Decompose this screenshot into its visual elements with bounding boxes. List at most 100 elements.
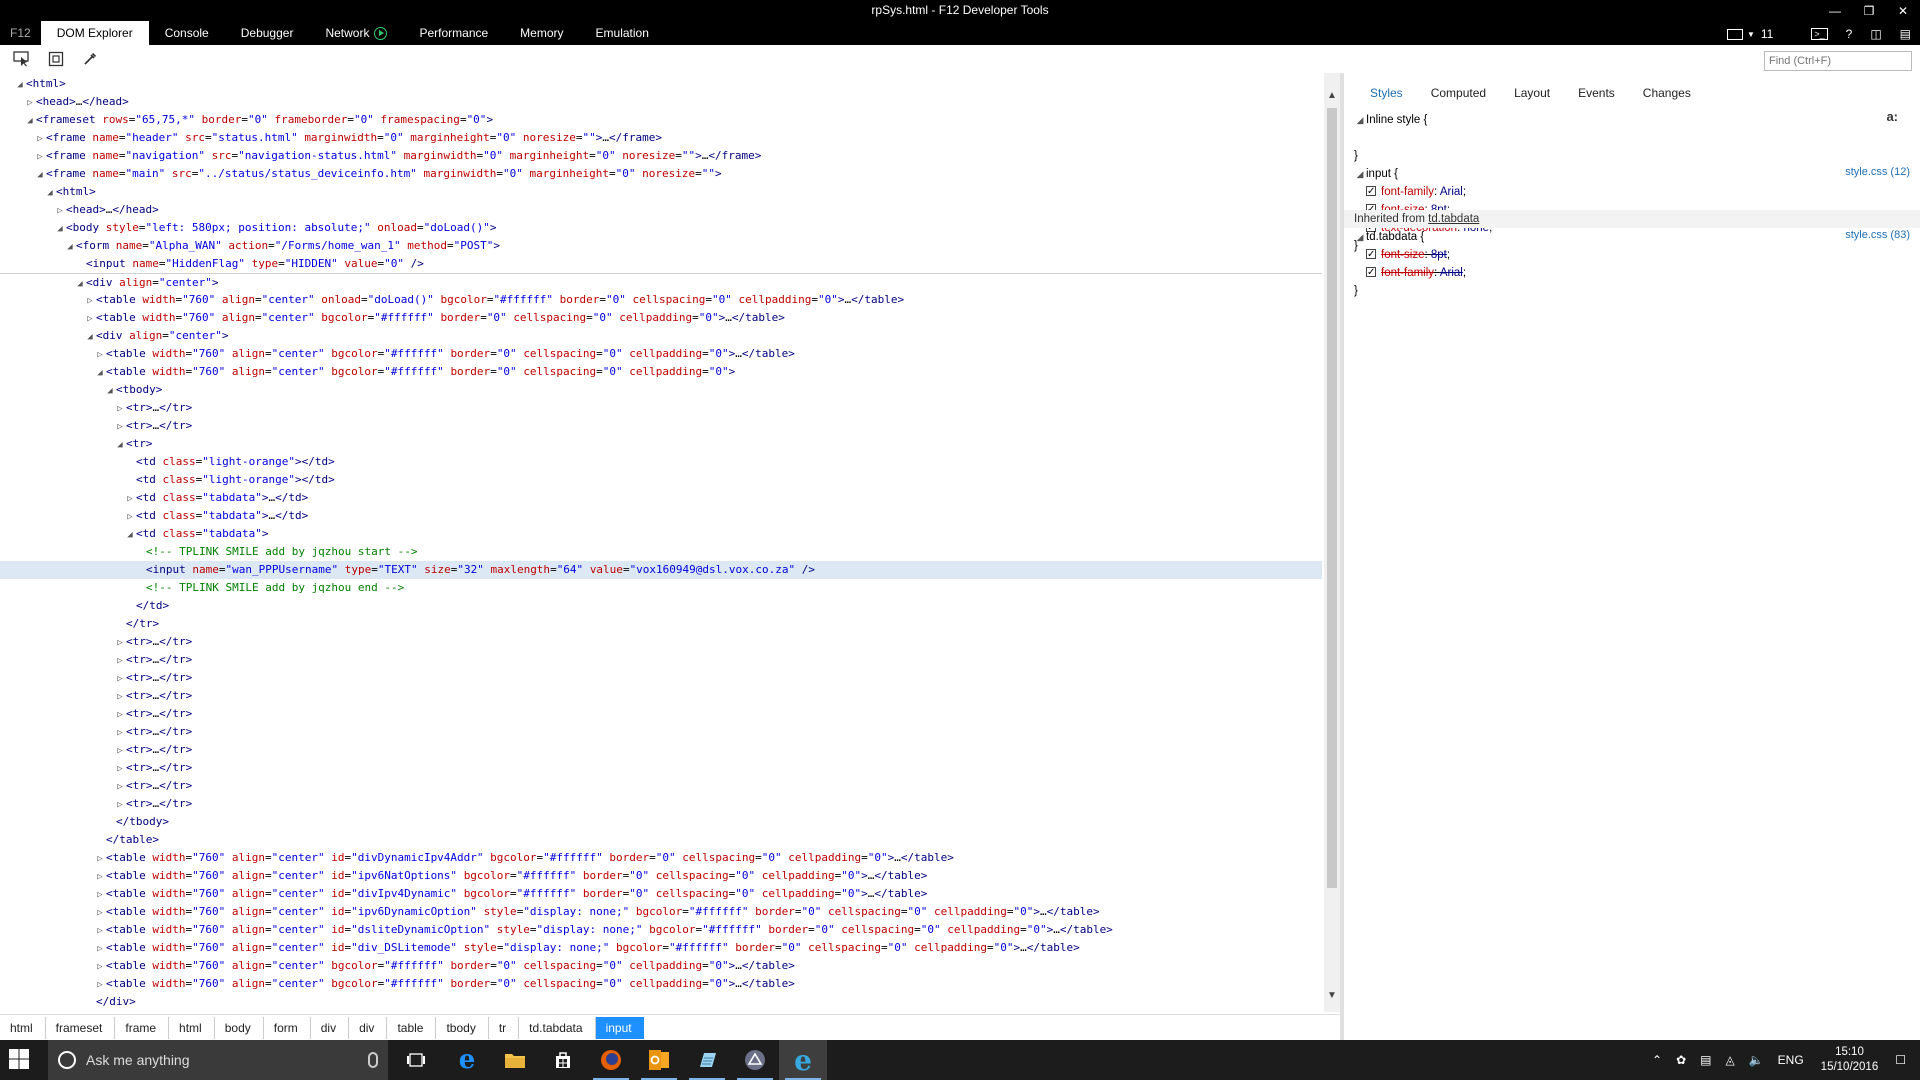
breadcrumb-item[interactable]: div xyxy=(311,1016,350,1039)
dom-node[interactable]: <td class="light-orange"></td> xyxy=(0,471,1322,489)
dom-node[interactable]: ▷ <table width="760" align="center" onloa… xyxy=(0,291,1322,309)
notepad-icon[interactable] xyxy=(683,1040,731,1080)
toggle-pseudo-class-icon[interactable]: a: xyxy=(1886,109,1898,124)
dom-node[interactable]: ▷ <head>…</head> xyxy=(0,93,1322,111)
dom-node[interactable]: ◢ <html> xyxy=(0,75,1322,93)
expand-arrow-icon[interactable]: ▷ xyxy=(114,742,126,760)
expand-arrow-icon[interactable]: ◢ xyxy=(1354,111,1366,129)
expand-arrow-icon[interactable]: ▷ xyxy=(34,130,46,148)
tab-events[interactable]: Events xyxy=(1564,83,1629,103)
collapse-arrow-icon[interactable]: ◢ xyxy=(34,166,46,184)
dom-node[interactable]: ▷ <tr>…</tr> xyxy=(0,777,1322,795)
tab-styles[interactable]: Styles xyxy=(1356,83,1417,103)
dom-node[interactable]: ▷ <frame name = "navigation" src = "navigatio… xyxy=(0,147,1322,165)
breadcrumb-item[interactable]: input xyxy=(595,1016,644,1039)
breadcrumb-item[interactable]: form xyxy=(264,1016,311,1039)
collapse-arrow-icon[interactable]: ◢ xyxy=(84,328,96,346)
breadcrumb-item[interactable]: frameset xyxy=(46,1016,116,1039)
rule-source-link[interactable]: style.css (83) xyxy=(1845,229,1910,241)
dom-node[interactable]: ▷ <table width="760" align="center" bgcol… xyxy=(0,309,1322,327)
expand-arrow-icon[interactable]: ▷ xyxy=(94,850,106,868)
dom-node[interactable]: <input name="HiddenFlag" type="HIDDEN" v… xyxy=(0,255,1322,273)
inherited-from-link[interactable]: td.tabdata xyxy=(1428,213,1479,225)
expand-arrow-icon[interactable]: ▷ xyxy=(124,490,136,508)
restore-icon[interactable]: ❐ xyxy=(1852,0,1886,21)
color-picker-icon[interactable] xyxy=(80,50,100,68)
property-name[interactable]: font-family xyxy=(1381,186,1434,198)
bluetooth-devices-icon[interactable]: ✿ xyxy=(1669,1053,1693,1067)
expand-arrow-icon[interactable]: ▷ xyxy=(94,922,106,940)
dom-node[interactable]: ▷ <table width="760" align="center" id="i… xyxy=(0,903,1322,921)
tab-memory[interactable]: Memory xyxy=(504,21,579,45)
expand-arrow-icon[interactable]: ▷ xyxy=(34,148,46,166)
dom-node[interactable]: ▷ <tr>…</tr> xyxy=(0,741,1322,759)
find-input[interactable] xyxy=(1764,51,1912,71)
language-indicator[interactable]: ENG xyxy=(1771,1053,1811,1067)
expand-arrow-icon[interactable]: ▷ xyxy=(114,670,126,688)
expand-arrow-icon[interactable]: ▷ xyxy=(124,508,136,526)
expand-arrow-icon[interactable]: ▷ xyxy=(114,760,126,778)
microphone-icon[interactable] xyxy=(368,1052,378,1068)
tab-debugger[interactable]: Debugger xyxy=(225,21,310,45)
dom-node[interactable]: ▷ <table width="760" align="center" id="d… xyxy=(0,921,1322,939)
dom-node[interactable]: ◢ <table width="760" align="center" bgcol… xyxy=(0,363,1322,381)
collapse-arrow-icon[interactable]: ◢ xyxy=(64,238,76,256)
expand-arrow-icon[interactable]: ◢ xyxy=(1354,165,1366,183)
property-checkbox[interactable] xyxy=(1366,264,1376,282)
firefox-icon[interactable] xyxy=(587,1040,635,1080)
dom-node[interactable]: ▷ <table width="760" align="center" bgcol… xyxy=(0,957,1322,975)
expand-arrow-icon[interactable]: ▷ xyxy=(114,796,126,814)
help-icon[interactable]: ? xyxy=(1837,23,1862,45)
expand-arrow-icon[interactable]: ▷ xyxy=(114,418,126,436)
dom-node[interactable]: </tbody> xyxy=(0,813,1322,831)
expand-arrow-icon[interactable]: ▷ xyxy=(114,778,126,796)
wifi-icon[interactable]: ◬ xyxy=(1718,1053,1741,1067)
dom-node[interactable]: ▷ <tr>…</tr> xyxy=(0,705,1322,723)
select-element-icon[interactable] xyxy=(12,50,32,68)
dom-node[interactable]: ▷ <td class="tabdata">…</td> xyxy=(0,507,1322,525)
dom-node[interactable]: ▷ <tr>…</tr> xyxy=(0,795,1322,813)
edge-browser-icon[interactable]: e xyxy=(443,1040,491,1080)
dom-node[interactable]: ▷ <table width="760" align="center" id="d… xyxy=(0,939,1322,957)
dom-tree-scrollbar[interactable]: ▲ ▼ xyxy=(1324,73,1340,1012)
dom-node[interactable]: <!-- TPLINK SMILE add by jqzhou start --… xyxy=(0,543,1322,561)
vpn-app-icon[interactable] xyxy=(731,1040,779,1080)
expand-arrow-icon[interactable]: ▷ xyxy=(114,724,126,742)
expand-arrow-icon[interactable]: ▷ xyxy=(84,292,96,310)
tab-dom-explorer[interactable]: DOM Explorer xyxy=(40,21,149,45)
dom-node[interactable]: ▷ <tr>…</tr> xyxy=(0,669,1322,687)
expand-arrow-icon[interactable]: ▷ xyxy=(114,400,126,418)
dom-node[interactable]: ▷ <tr>…</tr> xyxy=(0,687,1322,705)
windows-start-icon[interactable] xyxy=(8,1048,32,1072)
dom-node[interactable]: ▷ <td class="tabdata">…</td> xyxy=(0,489,1322,507)
dom-node[interactable]: ▷ <table width="760" align="center" bgcol… xyxy=(0,975,1322,993)
dom-node[interactable]: ▷ <table width="760" align="center" id="d… xyxy=(0,849,1322,867)
volume-icon[interactable]: 🔈 xyxy=(1742,1053,1771,1067)
property-name[interactable]: font-family xyxy=(1381,267,1434,279)
breadcrumb-item[interactable]: html xyxy=(169,1016,215,1039)
dom-node[interactable]: ◢ <frameset rows="65,75,*" border="0" fra… xyxy=(0,111,1322,129)
dom-node[interactable]: ◢ <html> xyxy=(0,183,1322,201)
breadcrumb-item[interactable]: frame xyxy=(115,1016,170,1039)
property-value[interactable]: 8pt xyxy=(1431,249,1447,261)
outlook-icon[interactable] xyxy=(635,1040,683,1080)
dom-node[interactable]: ▷ <frame name="header" src="status.html" … xyxy=(0,129,1322,147)
rule-source-link[interactable]: style.css (12) xyxy=(1845,166,1910,178)
expand-arrow-icon[interactable]: ▷ xyxy=(94,958,106,976)
dom-node[interactable]: ▷ <tr>…</tr> xyxy=(0,723,1322,741)
breadcrumb-item[interactable]: table xyxy=(387,1016,437,1039)
property-checkbox[interactable] xyxy=(1366,246,1376,264)
dom-node[interactable]: ◢ <div align="center"> xyxy=(0,273,1322,291)
dom-node[interactable]: ◢ <tbody> xyxy=(0,381,1322,399)
close-icon[interactable]: ✕ xyxy=(1886,0,1920,21)
expand-arrow-icon[interactable]: ▷ xyxy=(84,310,96,328)
show-hidden-icons-icon[interactable]: ⌃ xyxy=(1645,1053,1669,1067)
console-toggle-icon[interactable]: >_ xyxy=(1802,23,1836,45)
dom-node[interactable]: ▷ <tr>…</tr> xyxy=(0,759,1322,777)
collapse-arrow-icon[interactable]: ◢ xyxy=(44,184,56,202)
property-name[interactable]: font-size xyxy=(1381,249,1424,261)
internet-explorer-icon[interactable]: e xyxy=(779,1040,827,1080)
dom-node[interactable]: ◢ <frame name = "main" src = "../status/statu… xyxy=(0,165,1322,183)
tab-layout[interactable]: Layout xyxy=(1500,83,1564,103)
dom-node[interactable]: ▷ <table width="760" align="center" id="i… xyxy=(0,867,1322,885)
